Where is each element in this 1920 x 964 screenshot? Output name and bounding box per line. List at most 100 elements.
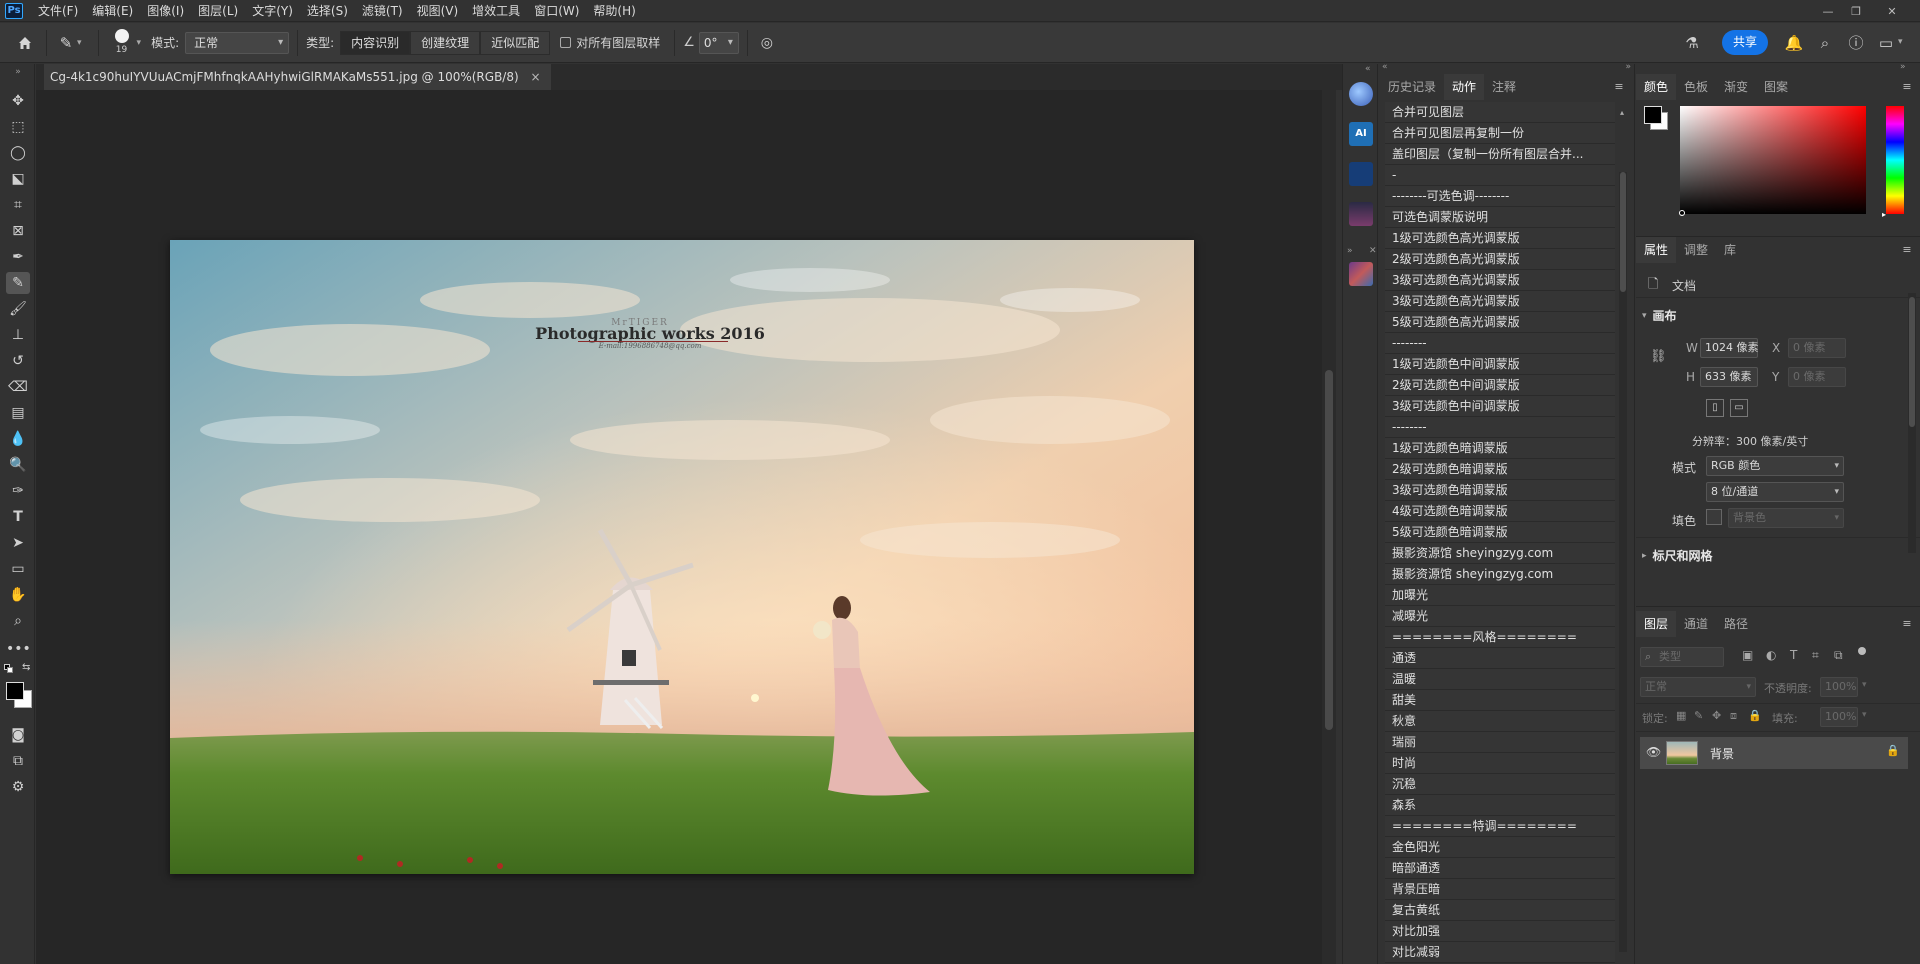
layer-row[interactable]: 👁 背景 🔒 — [1640, 737, 1908, 769]
layer-visibility-eye-icon[interactable]: 👁 — [1646, 745, 1661, 759]
y-field[interactable]: 0 像素 — [1788, 367, 1846, 387]
type-tool-icon[interactable]: T — [6, 506, 30, 528]
action-item[interactable]: 摄影资源馆 sheyingzyg.com — [1385, 564, 1615, 585]
lock-position-icon[interactable]: ✥ — [1712, 709, 1721, 722]
collapse-right-icon[interactable]: » — [1900, 62, 1906, 72]
mode-select[interactable]: 正常 — [185, 31, 290, 54]
actions-scrollbar-thumb[interactable] — [1620, 172, 1626, 292]
action-item[interactable]: ========风格======== — [1385, 627, 1615, 648]
quick-mask-icon[interactable]: ◙ — [6, 724, 30, 746]
lock-pixels-icon[interactable]: ✎ — [1694, 709, 1703, 722]
pressure-size-icon[interactable]: ◎ — [756, 32, 778, 54]
action-item[interactable]: 甜美 — [1385, 690, 1615, 711]
lock-all-icon[interactable]: 🔒 — [1748, 709, 1762, 722]
action-item[interactable]: 可选色调蒙版说明 — [1385, 207, 1615, 228]
eyedropper-tool-icon[interactable]: ✒ — [6, 246, 30, 268]
screen-mode-icon[interactable]: ⧉ — [6, 750, 30, 772]
action-item[interactable]: 1级可选颜色中间调蒙版 — [1385, 354, 1615, 375]
object-select-tool-icon[interactable]: ⬕ — [6, 168, 30, 190]
help-icon[interactable]: ⓘ — [1846, 33, 1866, 53]
healing-brush-tool-icon[interactable]: ✎ — [6, 272, 30, 294]
plugin-portrait-icon[interactable] — [1349, 202, 1373, 226]
restore-icon[interactable]: ❐ — [1842, 0, 1870, 22]
action-item[interactable]: 摄影资源馆 sheyingzyg.com — [1385, 543, 1615, 564]
action-item[interactable]: 盖印图层（复制一份所有图层合并... — [1385, 144, 1615, 165]
workspace-chevron-icon[interactable]: ▾ — [1898, 37, 1903, 47]
action-item[interactable]: 4级可选颜色暗调蒙版 — [1385, 501, 1615, 522]
action-item[interactable]: 1级可选颜色暗调蒙版 — [1385, 438, 1615, 459]
properties-scrollbar[interactable] — [1908, 293, 1916, 553]
action-item[interactable]: 2级可选颜色暗调蒙版 — [1385, 459, 1615, 480]
angle-field[interactable]: 0° — [698, 31, 739, 54]
color-panel-menu-icon[interactable]: ≡ — [1900, 80, 1914, 94]
tab-libraries[interactable]: 库 — [1716, 237, 1744, 263]
plugin-filter-icon[interactable] — [1349, 262, 1373, 286]
x-field[interactable]: 0 像素 — [1788, 338, 1846, 358]
action-item[interactable]: 5级可选颜色高光调蒙版 — [1385, 312, 1615, 333]
action-item[interactable]: 减曝光 — [1385, 606, 1615, 627]
search-icon[interactable]: ⌕ — [1815, 33, 1835, 53]
tab-gradients[interactable]: 渐变 — [1716, 74, 1756, 100]
action-item[interactable]: -------- — [1385, 333, 1615, 354]
actions-scroll-up-icon[interactable]: ▴ — [1620, 108, 1624, 117]
close-strip-icon[interactable]: ✕ — [1369, 246, 1377, 256]
color-panel-foreground-swatch[interactable] — [1644, 106, 1662, 124]
width-field[interactable]: 1024 像素 — [1700, 338, 1759, 358]
action-item[interactable]: 森系 — [1385, 795, 1615, 816]
action-item[interactable]: 背景压暗 — [1385, 879, 1615, 900]
beaker-icon[interactable]: ⚗ — [1682, 33, 1702, 53]
filter-pixel-icon[interactable]: ▣ — [1742, 648, 1753, 662]
portrait-orientation-icon[interactable]: ▯ — [1706, 399, 1724, 417]
actions-scrollbar[interactable] — [1619, 172, 1627, 952]
canvas-section-header[interactable]: ▾ 画布 — [1642, 307, 1677, 324]
tab-color[interactable]: 颜色 — [1636, 74, 1677, 100]
document-tab[interactable]: Cg-4k1c90huIYVUuACmjFMhfnqkAAHyhwiGlRMAK… — [44, 64, 551, 90]
rulers-grids-section-header[interactable]: ▸ 标尺和网格 — [1642, 547, 1713, 564]
marquee-tool-icon[interactable]: ⬚ — [6, 116, 30, 138]
action-item[interactable]: 加曝光 — [1385, 585, 1615, 606]
blur-tool-icon[interactable]: 💧 — [6, 428, 30, 450]
sample-all-layers-checkbox[interactable] — [560, 37, 572, 48]
tab-patterns[interactable]: 图案 — [1756, 74, 1796, 100]
rectangle-tool-icon[interactable]: ▭ — [6, 558, 30, 580]
opacity-chevron-icon[interactable]: ▾ — [1862, 680, 1867, 690]
menu-file[interactable]: 文件(F) — [31, 0, 85, 22]
filter-adjustment-icon[interactable]: ◐ — [1766, 648, 1776, 662]
menu-image[interactable]: 图像(I) — [140, 0, 191, 22]
properties-panel-menu-icon[interactable]: ≡ — [1900, 243, 1914, 257]
zoom-tool-icon[interactable]: ⌕ — [6, 610, 30, 632]
action-item[interactable]: 5级可选颜色暗调蒙版 — [1385, 522, 1615, 543]
brush-size-picker[interactable]: 19 — [107, 25, 137, 61]
bell-icon[interactable]: 🔔 — [1784, 33, 1804, 53]
path-select-tool-icon[interactable]: ➤ — [6, 532, 30, 554]
color-picker-field[interactable] — [1680, 106, 1866, 214]
landscape-orientation-icon[interactable]: ▭ — [1730, 399, 1748, 417]
action-item[interactable]: 暗部通透 — [1385, 858, 1615, 879]
layers-panel-menu-icon[interactable]: ≡ — [1900, 617, 1914, 631]
hue-slider[interactable] — [1886, 106, 1904, 214]
menu-type[interactable]: 文字(Y) — [245, 0, 300, 22]
action-item[interactable]: 瑞丽 — [1385, 732, 1615, 753]
tab-adjustments[interactable]: 调整 — [1676, 237, 1716, 263]
action-item[interactable]: 合并可见图层再复制一份 — [1385, 123, 1615, 144]
tab-swatches[interactable]: 色板 — [1676, 74, 1716, 100]
canvas-scrollbar-thumb[interactable] — [1325, 370, 1333, 730]
collapse-actions-icon[interactable]: « — [1382, 62, 1388, 72]
action-item[interactable]: 通透 — [1385, 648, 1615, 669]
tab-notes[interactable]: 注释 — [1484, 74, 1524, 100]
tab-actions[interactable]: 动作 — [1444, 74, 1485, 100]
action-item[interactable]: 1级可选颜色高光调蒙版 — [1385, 228, 1615, 249]
close-document-icon[interactable]: × — [531, 70, 541, 84]
hue-slider-marker[interactable]: ▸ — [1882, 210, 1886, 219]
proximity-match-button[interactable]: 近似匹配 — [480, 30, 551, 55]
workspace-icon[interactable]: ▭ — [1876, 33, 1896, 53]
create-texture-button[interactable]: 创建纹理 — [410, 30, 481, 55]
menu-edit[interactable]: 编辑(E) — [85, 0, 140, 22]
eraser-tool-icon[interactable]: ⌫ — [6, 376, 30, 398]
link-dimensions-icon[interactable]: ⛓ — [1650, 349, 1667, 364]
action-item[interactable]: 金色阳光 — [1385, 837, 1615, 858]
action-item[interactable]: 合并可见图层 — [1385, 102, 1615, 123]
plugin-ai-icon[interactable]: AI — [1349, 122, 1373, 146]
menu-filter[interactable]: 滤镜(T) — [355, 0, 410, 22]
action-item[interactable]: 2级可选颜色高光调蒙版 — [1385, 249, 1615, 270]
